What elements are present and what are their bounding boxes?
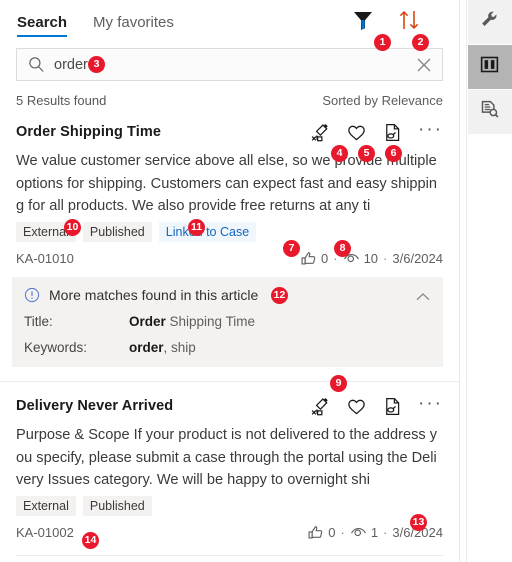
insert-article-icon[interactable]: [382, 122, 403, 143]
tag-published[interactable]: Published: [82, 496, 152, 516]
annotation-badge-3: 3: [88, 56, 105, 73]
tab-search-label: Search: [17, 14, 68, 31]
result-meta: KA-01002 0 · 1 · 3/6/2024: [16, 524, 443, 541]
annotation-badge-4: 4: [331, 145, 348, 162]
result-card[interactable]: Delivery Never Arrived ··· Purpose & Sco…: [0, 382, 459, 556]
result-snippet: We value customer service above all else…: [16, 153, 438, 214]
like-count: 0: [328, 525, 336, 540]
document-search-icon: [479, 99, 500, 125]
more-matches-panel: More matches found in this article Title…: [12, 277, 443, 367]
app-sidebar: [466, 0, 512, 562]
tag-published[interactable]: Published: [82, 222, 152, 242]
result-tags: External Published: [16, 496, 443, 516]
annotation-badge-6: 6: [385, 145, 402, 162]
tag-external[interactable]: External: [16, 496, 76, 516]
stat-separator-2: ·: [383, 251, 388, 266]
annotation-badge-10: 10: [64, 219, 81, 236]
sorted-by-label[interactable]: Sorted by Relevance: [322, 93, 443, 108]
more-match-row: Keywords: order, ship: [24, 340, 431, 355]
result-card-header: Delivery Never Arrived ···: [16, 394, 443, 417]
view-count: 10: [363, 251, 379, 266]
results-count: 5 Results found: [16, 93, 107, 108]
annotation-badge-14: 14: [82, 532, 99, 549]
more-match-label: Keywords:: [24, 340, 88, 355]
result-title[interactable]: Delivery Never Arrived: [16, 398, 173, 414]
annotation-badge-8: 8: [334, 240, 351, 257]
filter-icon[interactable]: [351, 8, 375, 32]
heart-icon[interactable]: [346, 122, 367, 143]
annotation-badge-13: 13: [410, 514, 427, 531]
tag-linked-to-case[interactable]: Linked to Case: [158, 222, 257, 242]
annotation-badge-11: 11: [188, 219, 205, 236]
thumbs-up-icon[interactable]: [307, 524, 324, 541]
unlink-article-icon[interactable]: [310, 396, 331, 417]
more-match-highlight: order: [129, 340, 164, 355]
article-number: KA-01010: [16, 251, 74, 266]
tab-my-favorites-label: My favorites: [93, 14, 174, 31]
more-match-highlight: Order: [129, 314, 166, 329]
more-match-value: order, ship: [129, 340, 196, 355]
more-matches-title: More matches found in this article: [49, 287, 259, 303]
book-icon: [479, 54, 500, 80]
stat-separator-2: ·: [383, 525, 388, 540]
sidebar-item-tools[interactable]: [467, 0, 512, 44]
article-number: KA-01002: [16, 525, 74, 540]
more-match-value: Order Shipping Time: [129, 314, 255, 329]
more-match-rest: Shipping Time: [165, 314, 256, 329]
sidebar-item-knowledge[interactable]: [467, 45, 512, 89]
wrench-icon: [479, 9, 500, 35]
knowledge-search-app: Search My favorites order 5 Results foun…: [0, 0, 512, 562]
close-icon[interactable]: [414, 55, 434, 75]
chevron-up-icon[interactable]: [415, 289, 431, 301]
result-stats: 0 · 10 · 3/6/2024: [300, 250, 443, 267]
annotation-badge-1: 1: [374, 34, 391, 51]
view-count: 1: [370, 525, 379, 540]
annotation-badge-2: 2: [412, 34, 429, 51]
sidebar-item-article-search[interactable]: [467, 90, 512, 134]
annotation-badge-9: 9: [330, 375, 347, 392]
result-divider: [16, 555, 443, 556]
unlink-article-icon[interactable]: [310, 122, 331, 143]
more-options-icon[interactable]: ···: [418, 120, 443, 141]
results-summary-row: 5 Results found Sorted by Relevance: [0, 81, 459, 108]
eye-icon: [350, 524, 367, 541]
tab-my-favorites[interactable]: My favorites: [93, 15, 174, 37]
result-snippet: Purpose & Scope If your product is not d…: [16, 427, 438, 488]
annotation-badge-5: 5: [358, 145, 375, 162]
search-icon: [27, 55, 46, 74]
modified-date: 3/6/2024: [392, 251, 443, 266]
stat-separator-1: ·: [340, 525, 345, 540]
result-actions: ···: [310, 394, 443, 417]
thumbs-up-icon[interactable]: [300, 250, 317, 267]
info-icon: [24, 287, 40, 303]
more-match-label: Title:: [24, 314, 53, 329]
heart-icon[interactable]: [346, 396, 367, 417]
search-input[interactable]: order: [16, 48, 443, 81]
result-actions: ···: [310, 120, 443, 143]
result-title[interactable]: Order Shipping Time: [16, 124, 161, 140]
like-count: 0: [321, 251, 329, 266]
more-match-row: Title: Order Shipping Time: [24, 314, 431, 329]
annotation-badge-7: 7: [283, 240, 300, 257]
more-matches-header[interactable]: More matches found in this article: [24, 287, 431, 303]
result-card[interactable]: Order Shipping Time ··· We value custome…: [0, 108, 459, 267]
sort-ascending-descending-icon[interactable]: [397, 8, 421, 32]
tab-search[interactable]: Search: [17, 14, 68, 37]
annotation-badge-12: 12: [271, 287, 288, 304]
search-results-pane: Search My favorites order 5 Results foun…: [0, 0, 460, 562]
more-options-icon[interactable]: ···: [418, 394, 443, 415]
insert-article-icon[interactable]: [382, 396, 403, 417]
results-toolbar: [351, 8, 421, 32]
search-input-value: order: [54, 56, 88, 73]
more-match-rest: , ship: [163, 340, 196, 355]
result-card-header: Order Shipping Time ···: [16, 120, 443, 143]
result-meta: KA-01010 0 · 10 · 3/6/2024: [16, 250, 443, 267]
